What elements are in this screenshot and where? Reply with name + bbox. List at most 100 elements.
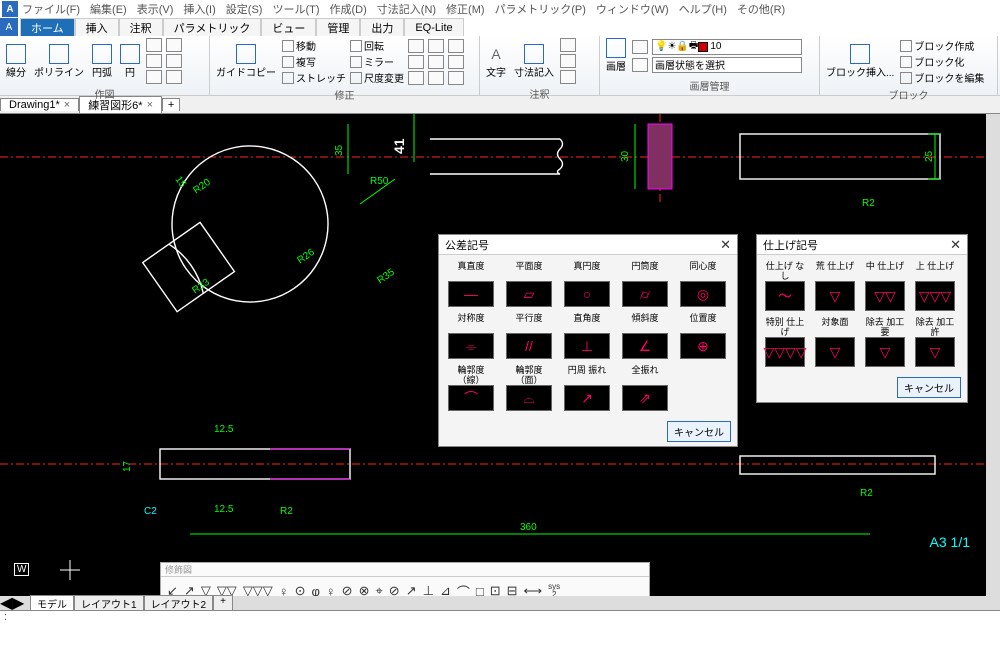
menu-dimension[interactable]: 寸法記入(N): [377, 1, 436, 17]
menu-parametric[interactable]: パラメトリック(P): [495, 1, 586, 17]
tool-stretch[interactable]: ストレッチ: [282, 70, 346, 85]
sym-straightness[interactable]: 真直度—: [445, 261, 497, 307]
dialog-titlebar[interactable]: 仕上げ記号 ✕: [757, 235, 967, 255]
menu-help[interactable]: ヘルプ(H): [679, 1, 727, 17]
sym-profile-surface[interactable]: 輪郭度 （面）⌓: [503, 365, 555, 411]
mod-mic-3[interactable]: [448, 39, 464, 53]
tool-text[interactable]: A文字: [484, 44, 508, 79]
close-icon[interactable]: ✕: [950, 237, 961, 253]
mod-mic-4[interactable]: [408, 55, 424, 69]
tool-polyline[interactable]: ポリライン: [32, 44, 86, 79]
tool-small-1[interactable]: [146, 38, 162, 52]
mod-mic-6[interactable]: [448, 55, 464, 69]
close-icon[interactable]: ✕: [720, 237, 731, 253]
tool-small-3[interactable]: [146, 54, 162, 68]
ribbon-tab-parametric[interactable]: パラメトリック: [163, 18, 262, 36]
cancel-button[interactable]: キャンセル: [897, 377, 961, 398]
tool-block-insert[interactable]: ブロック挿入...: [824, 44, 896, 79]
vertical-scrollbar[interactable]: [986, 114, 1000, 610]
tool-layer-props[interactable]: 画層: [604, 38, 628, 73]
command-line[interactable]: :: [0, 610, 1000, 625]
fin-remove-req[interactable]: 除去 加工要▽: [863, 317, 907, 367]
layer-mic-1[interactable]: [632, 40, 648, 54]
mod-mic-2[interactable]: [428, 39, 444, 53]
horizontal-scrollbar[interactable]: ◀ ▶ モデル レイアウト1 レイアウト2 +: [0, 596, 1000, 610]
fin-fine[interactable]: 上 仕上げ▽▽▽: [913, 261, 957, 311]
sym-circular-runout[interactable]: 円周 振れ↗: [561, 365, 613, 411]
tool-line[interactable]: 線分: [4, 44, 28, 79]
mod-mic-8[interactable]: [428, 71, 444, 85]
ribbon-tab-output[interactable]: 出力: [360, 18, 404, 36]
sym-perpendicular[interactable]: 直角度⊥: [561, 313, 613, 359]
ribbon-tab-eqlite[interactable]: EQ-Lite: [404, 18, 463, 36]
layout-tab-add[interactable]: +: [213, 595, 233, 610]
tool-small-4[interactable]: [166, 54, 182, 68]
tool-guide-copy[interactable]: ガイドコピー: [214, 44, 278, 79]
ribbon-tab-annotate[interactable]: 注釈: [119, 18, 163, 36]
tool-move[interactable]: 移動: [282, 38, 346, 53]
annot-mic-1[interactable]: [560, 38, 576, 52]
scroll-right-icon[interactable]: ▶: [12, 593, 24, 610]
sym-parallelism[interactable]: 平行度//: [503, 313, 555, 359]
layout-tab-model[interactable]: モデル: [30, 595, 74, 610]
fin-remove-allow[interactable]: 除去 加工許▽: [913, 317, 957, 367]
menu-create[interactable]: 作成(D): [330, 1, 367, 17]
menu-view[interactable]: 表示(V): [137, 1, 174, 17]
sym-flatness[interactable]: 平面度▱: [503, 261, 555, 307]
mod-mic-9[interactable]: [448, 71, 464, 85]
menu-settings[interactable]: 設定(S): [226, 1, 263, 17]
sym-total-runout[interactable]: 全振れ⇗: [619, 365, 671, 411]
menu-tools[interactable]: ツール(T): [272, 1, 319, 17]
tool-rotate[interactable]: 回転: [350, 38, 404, 53]
fin-none[interactable]: 仕上げ なし～: [763, 261, 807, 311]
sym-roundness[interactable]: 真円度○: [561, 261, 613, 307]
menu-modify[interactable]: 修正(M): [446, 1, 485, 17]
sym-concentricity[interactable]: 同心度◎: [677, 261, 729, 307]
sym-symmetry[interactable]: 対称度⌯: [445, 313, 497, 359]
ribbon-tab-view[interactable]: ビュー: [261, 18, 316, 36]
scroll-left-icon[interactable]: ◀: [0, 593, 12, 610]
sym-position[interactable]: 位置度⊕: [677, 313, 729, 359]
tool-small-6[interactable]: [166, 70, 182, 84]
tool-copy[interactable]: 複写: [282, 54, 346, 69]
app-menu-button[interactable]: A: [0, 18, 18, 36]
menu-file[interactable]: ファイル(F): [22, 1, 80, 17]
layout-tab-1[interactable]: レイアウト1: [74, 595, 144, 610]
fin-rough[interactable]: 荒 仕上げ▽: [813, 261, 857, 311]
mod-mic-7[interactable]: [408, 71, 424, 85]
drawing-canvas[interactable]: 25 30 35 41 R50 R26 R20 R33 R35 15 R2 36…: [0, 114, 1000, 610]
layer-state-combo[interactable]: 画層状態を選択: [652, 57, 802, 73]
layer-combo[interactable]: 💡 ☀ 🔒 🖶 10: [652, 39, 802, 55]
tool-small-2[interactable]: [166, 38, 182, 52]
ribbon-tab-home[interactable]: ホーム: [20, 18, 75, 36]
sym-angularity[interactable]: 傾斜度∠: [619, 313, 671, 359]
tool-dimension[interactable]: 寸法記入: [512, 44, 556, 79]
tool-block-edit[interactable]: ブロックを編集: [900, 70, 984, 85]
menu-insert[interactable]: 挿入(I): [183, 1, 215, 17]
layout-tab-2[interactable]: レイアウト2: [144, 595, 214, 610]
sym-profile-line[interactable]: 輪郭度 （線）⌒: [445, 365, 497, 411]
tool-arc[interactable]: 円弧: [90, 44, 114, 79]
ribbon-tab-manage[interactable]: 管理: [316, 18, 360, 36]
fin-target[interactable]: 対象面▽: [813, 317, 857, 367]
menu-window[interactable]: ウィンドウ(W): [596, 1, 669, 17]
tool-scale[interactable]: 尺度変更: [350, 70, 404, 85]
sym-cylindricity[interactable]: 円筒度⌭: [619, 261, 671, 307]
tool-circle[interactable]: 円: [118, 44, 142, 79]
ribbon-tab-insert[interactable]: 挿入: [75, 18, 119, 36]
layer-mic-2[interactable]: [632, 58, 648, 72]
tool-small-5[interactable]: [146, 70, 162, 84]
fin-special[interactable]: 特別 仕上げ▽▽▽▽: [763, 317, 807, 367]
annot-mic-2[interactable]: [560, 54, 576, 68]
annot-mic-3[interactable]: [560, 70, 576, 84]
fin-medium[interactable]: 中 仕上げ▽▽: [863, 261, 907, 311]
toolbar-title[interactable]: 修飾図: [161, 563, 649, 577]
menu-other[interactable]: その他(R): [737, 1, 785, 17]
tool-mirror[interactable]: ミラー: [350, 54, 404, 69]
mod-mic-1[interactable]: [408, 39, 424, 53]
mod-mic-5[interactable]: [428, 55, 444, 69]
menu-edit[interactable]: 編集(E): [90, 1, 127, 17]
dialog-titlebar[interactable]: 公差記号 ✕: [439, 235, 737, 255]
tool-block-make[interactable]: ブロック化: [900, 54, 984, 69]
cancel-button[interactable]: キャンセル: [667, 421, 731, 442]
